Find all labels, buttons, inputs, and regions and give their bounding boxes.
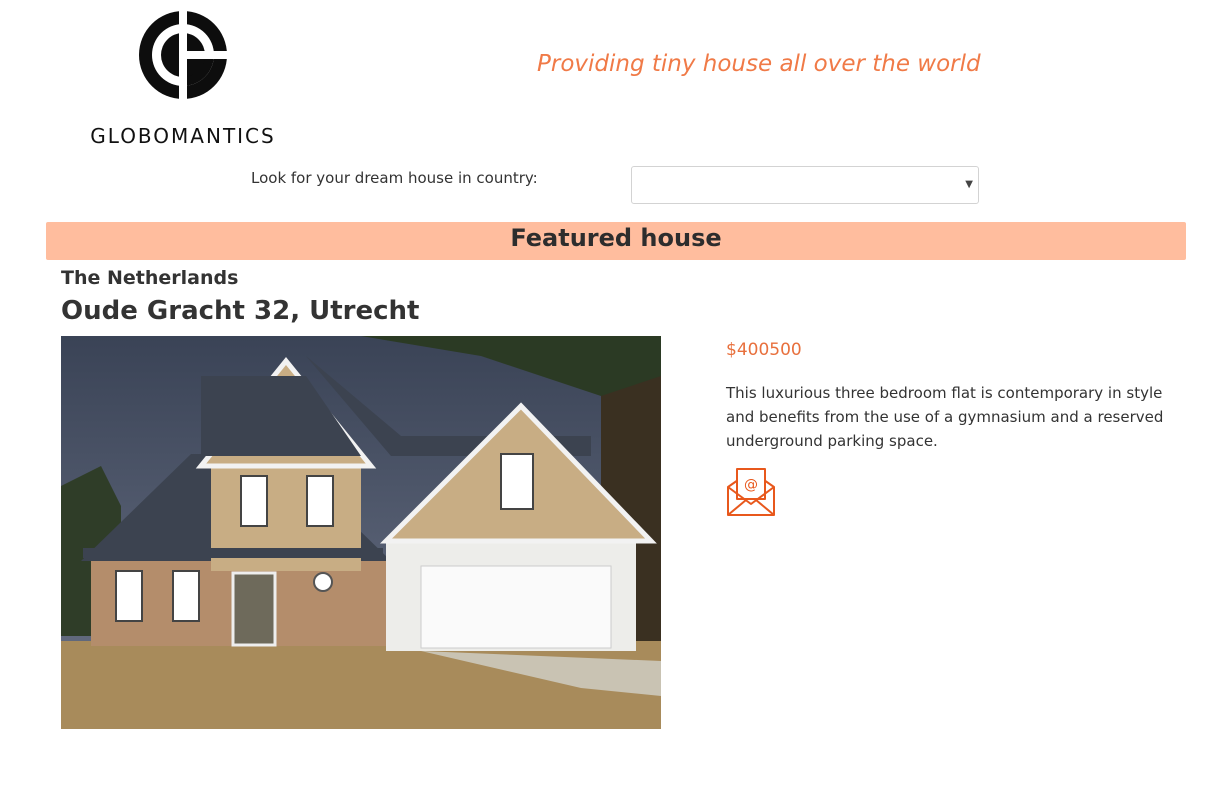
globomantics-g-logo-icon [139, 10, 228, 100]
brand-logo[interactable]: GLOBOMANTICS [88, 10, 278, 148]
house-description: This luxurious three bedroom flat is con… [726, 384, 1164, 450]
house-price: $400500 [726, 340, 802, 360]
envelope-at-icon[interactable]: @ [726, 467, 776, 517]
house-address: Oude Gracht 32, Utrecht [61, 296, 420, 326]
house-photo [61, 336, 661, 729]
featured-house-heading: Featured house [46, 222, 1186, 260]
house-country: The Netherlands [61, 267, 239, 289]
brand-name: GLOBOMANTICS [90, 124, 276, 148]
country-search-label: Look for your dream house in country: [251, 169, 538, 187]
country-select[interactable]: ▼ [631, 166, 979, 204]
svg-text:@: @ [744, 477, 758, 493]
dropdown-caret-icon: ▼ [965, 179, 973, 190]
tagline: Providing tiny house all over the world [537, 51, 981, 77]
